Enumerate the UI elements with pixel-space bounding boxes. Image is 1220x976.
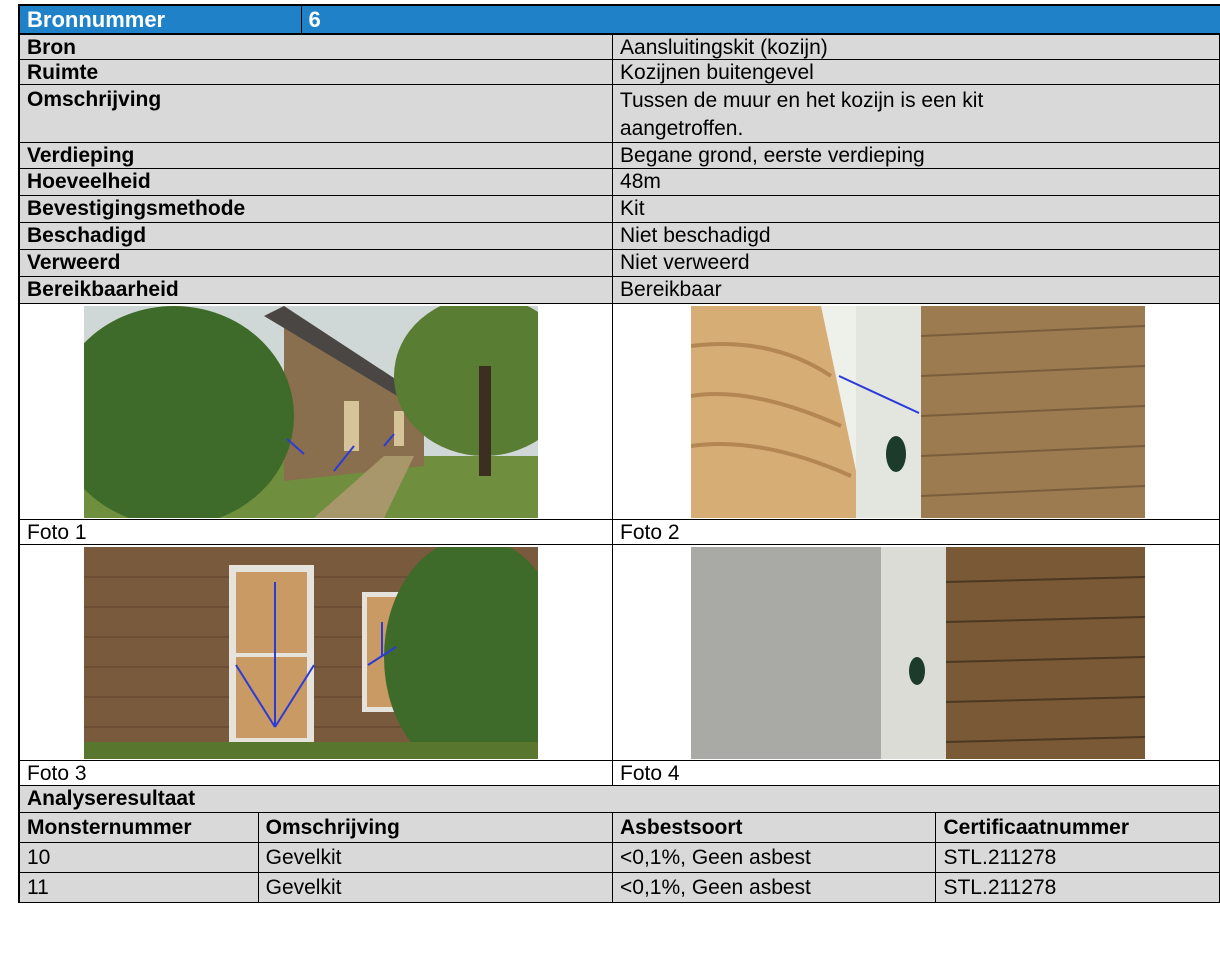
photo-caption: Foto 3 <box>20 761 614 785</box>
info-value: Kit <box>613 196 1220 222</box>
photo-cell-3 <box>20 545 614 760</box>
source-number-header: Bronnummer 6 <box>20 4 1220 35</box>
info-row-verdieping: Verdieping Begane grond, eerste verdiepi… <box>20 143 1220 169</box>
sample-number: 11 <box>20 873 259 902</box>
photo-caption: Foto 4 <box>613 761 1220 785</box>
column-header: Certificaatnummer <box>936 813 1220 842</box>
window-frame-brick-closeup-photo <box>691 547 1146 759</box>
info-row-ruimte: Ruimte Kozijnen buitengevel <box>20 60 1220 85</box>
source-number-label: Bronnummer <box>20 6 302 33</box>
farmhouse-exterior-photo <box>84 306 538 518</box>
info-label: Beschadigd <box>20 223 614 249</box>
info-row-bron: Bron Aansluitingskit (kozijn) <box>20 35 1220 60</box>
info-label: Bron <box>20 35 614 59</box>
photo-row-1 <box>20 304 1220 520</box>
certificate-number: STL.211278 <box>936 843 1220 872</box>
analysis-title-row: Analyseresultaat <box>20 786 1220 813</box>
table-row: 11 Gevelkit <0,1%, Geen asbest STL.21127… <box>20 873 1220 903</box>
info-row-beschadigd: Beschadigd Niet beschadigd <box>20 223 1220 250</box>
photo-cell-1 <box>20 304 614 519</box>
info-value: Begane grond, eerste verdieping <box>613 143 1220 168</box>
sample-number: 10 <box>20 843 259 872</box>
photo-caption: Foto 1 <box>20 520 614 544</box>
info-value: Kozijnen buitengevel <box>613 60 1220 84</box>
info-row-hoeveelheid: Hoeveelheid 48m <box>20 169 1220 196</box>
asbestos-source-sheet: Bronnummer 6 Bron Aansluitingskit (kozij… <box>18 4 1220 903</box>
info-value: Tussen de muur en het kozijn is een kit … <box>613 85 1220 142</box>
info-label: Hoeveelheid <box>20 169 614 195</box>
info-row-bereikbaarheid: Bereikbaarheid Bereikbaar <box>20 277 1220 304</box>
info-value: Bereikbaar <box>613 277 1220 303</box>
window-frame-sealant-closeup-photo <box>691 306 1146 518</box>
table-row: 10 Gevelkit <0,1%, Geen asbest STL.21127… <box>20 843 1220 873</box>
info-label: Verdieping <box>20 143 614 168</box>
info-label: Ruimte <box>20 60 614 84</box>
info-label: Omschrijving <box>20 85 613 142</box>
asbestos-type: <0,1%, Geen asbest <box>613 843 937 872</box>
info-row-verweerd: Verweerd Niet verweerd <box>20 250 1220 277</box>
info-value: 48m <box>613 169 1220 195</box>
info-label: Bereikbaarheid <box>20 277 614 303</box>
column-header: Monsternummer <box>20 813 259 842</box>
photo-cell-2 <box>613 304 1220 519</box>
analysis-header-row: Monsternummer Omschrijving Asbestsoort C… <box>20 813 1220 843</box>
caption-row-2: Foto 3 Foto 4 <box>20 761 1220 786</box>
info-value: Niet beschadigd <box>613 223 1220 249</box>
info-label: Verweerd <box>20 250 614 276</box>
source-number-value: 6 <box>308 7 321 32</box>
photo-cell-4 <box>613 545 1220 760</box>
photo-caption: Foto 2 <box>613 520 1220 544</box>
certificate-number: STL.211278 <box>936 873 1220 902</box>
column-header: Asbestsoort <box>613 813 937 842</box>
boarded-window-facade-photo <box>84 547 538 759</box>
info-value: Niet verweerd <box>613 250 1220 276</box>
info-value: Aansluitingskit (kozijn) <box>613 35 1220 59</box>
photo-row-2 <box>20 545 1220 761</box>
sample-description: Gevelkit <box>259 873 614 902</box>
info-label: Bevestigingsmethode <box>20 196 614 222</box>
column-header: Omschrijving <box>259 813 614 842</box>
info-row-omschrijving: Omschrijving Tussen de muur en het kozij… <box>20 85 1220 143</box>
analysis-title: Analyseresultaat <box>20 786 1220 812</box>
info-row-bevestigingsmethode: Bevestigingsmethode Kit <box>20 196 1220 223</box>
asbestos-type: <0,1%, Geen asbest <box>613 873 937 902</box>
caption-row-1: Foto 1 Foto 2 <box>20 520 1220 545</box>
sample-description: Gevelkit <box>259 843 614 872</box>
